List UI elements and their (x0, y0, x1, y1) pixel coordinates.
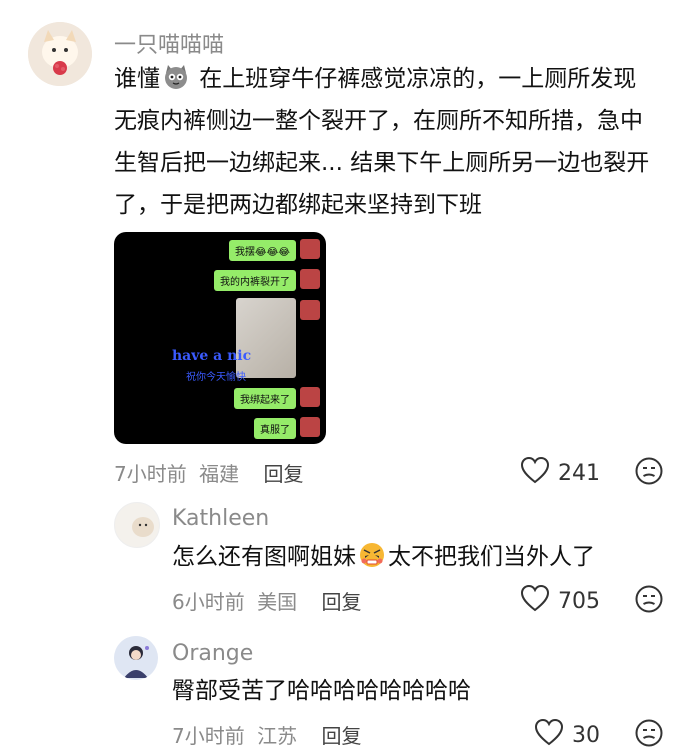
comment-text-part1: 谁懂 (114, 66, 160, 92)
person-avatar-image (114, 636, 158, 680)
like-count: 241 (558, 460, 600, 486)
comment-attached-image[interactable]: 我摆😂😂😂 我的内裤裂开了 have a nic 祝你今天愉快 我绑起来了 真服… (114, 232, 326, 444)
dislike-button[interactable] (634, 718, 664, 752)
reply-text-part2: 太不把我们当外人了 (388, 544, 595, 570)
reply-username[interactable]: Orange (172, 641, 253, 666)
comment-avatar[interactable] (28, 22, 92, 86)
like-count: 705 (558, 588, 600, 614)
chat-bubble-2: 我的内裤裂开了 (214, 270, 296, 291)
dislike-button[interactable] (634, 456, 664, 490)
reply-text-part1: 怎么还有图啊姐妹 (172, 544, 356, 570)
reply-location: 江苏 (257, 724, 298, 748)
unhappy-face-icon (634, 457, 664, 490)
dislike-button[interactable] (634, 584, 664, 618)
comment-username[interactable]: 一只喵喵喵 (114, 27, 224, 59)
reply-meta: 6小时前 美国 回复 (172, 586, 361, 615)
reply-time: 7小时前 (172, 724, 245, 748)
heart-outline-icon (534, 718, 564, 752)
chat-avatar (300, 300, 320, 320)
comment-text: 谁懂 在上班穿牛仔裤感觉凉凉的，一上厕所发现无痕内裤侧边一整个裂开了，在厕所不知… (114, 58, 659, 226)
comment-text-part2: 在上班穿牛仔裤感觉凉凉的，一上厕所发现无痕内裤侧边一整个裂开了，在厕所不知所措，… (114, 66, 650, 218)
chat-bubble-3: 我绑起来了 (234, 388, 296, 409)
like-button[interactable]: 705 (520, 584, 600, 618)
chat-photo (236, 298, 296, 378)
reply-avatar[interactable] (114, 636, 158, 680)
video-caption-en: have a nic (172, 348, 252, 364)
comment-time: 7小时前 (114, 462, 187, 486)
chat-bubble-4: 真服了 (254, 418, 296, 439)
unhappy-face-icon (634, 585, 664, 618)
heart-outline-icon (520, 584, 550, 618)
reply-button[interactable]: 回复 (263, 462, 303, 486)
like-button[interactable]: 30 (534, 718, 600, 752)
reply-avatar[interactable] (114, 502, 160, 548)
heart-outline-icon (520, 456, 550, 490)
like-button[interactable]: 241 (520, 456, 600, 490)
like-count: 30 (572, 722, 600, 748)
cat-avatar-image (28, 22, 92, 86)
reply-time: 6小时前 (172, 590, 245, 614)
chat-avatar (300, 269, 320, 289)
comment-location: 福建 (199, 462, 240, 486)
chat-avatar (300, 387, 320, 407)
comment-meta: 7小时前 福建 回复 (114, 458, 303, 487)
chat-avatar (300, 417, 320, 437)
video-caption-cn: 祝你今天愉快 (186, 372, 246, 383)
reply-username[interactable]: Kathleen (172, 506, 269, 531)
reply-button[interactable]: 回复 (321, 724, 361, 748)
reply-location: 美国 (257, 590, 298, 614)
angry-face-emoji-icon (358, 541, 386, 569)
cat-avatar-image (132, 517, 154, 537)
reply-meta: 7小时前 江苏 回复 (172, 720, 361, 749)
chat-avatar (300, 239, 320, 259)
reply-text: 怎么还有图啊姐妹 太不把我们当外人了 (172, 536, 595, 578)
cat-emoji-icon (162, 63, 190, 91)
reply-button[interactable]: 回复 (321, 590, 361, 614)
unhappy-face-icon (634, 719, 664, 752)
reply-text: 臀部受苦了哈哈哈哈哈哈哈哈 (172, 678, 471, 704)
chat-bubble-1: 我摆😂😂😂 (228, 240, 296, 261)
